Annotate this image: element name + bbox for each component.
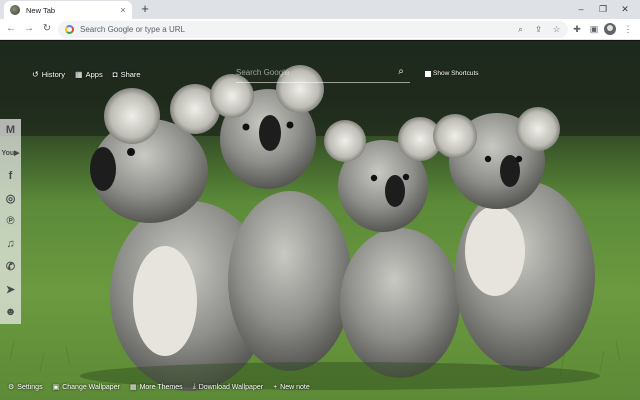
- search-icon[interactable]: ⌕: [394, 65, 408, 79]
- kebab-menu-icon[interactable]: ⋮: [621, 22, 635, 36]
- apps-link[interactable]: ▦ Apps: [75, 70, 103, 79]
- facebook-icon[interactable]: f: [0, 164, 21, 187]
- twitter-icon[interactable]: ♫: [0, 232, 21, 255]
- new-tab-page: ↺ History ▦ Apps ◘ Share ⌕ Show Shortcut…: [0, 41, 640, 400]
- history-icon: ↺: [32, 70, 39, 79]
- bottom-bar: ⚙ Settings ▣ Change Wallpaper ▦ More The…: [8, 383, 310, 391]
- apps-grid-icon: ▦: [75, 70, 83, 79]
- shortcuts-icon: [425, 70, 431, 77]
- social-sidebar: M You▶ f ◎ ℗ ♫ ✆ ➤ ☻: [0, 119, 21, 324]
- new-tab-button[interactable]: +: [138, 2, 152, 16]
- side-panel-icon[interactable]: ▣: [587, 22, 601, 36]
- forward-button[interactable]: →: [22, 22, 36, 36]
- show-shortcuts-label: Show Shortcuts: [433, 70, 479, 77]
- whatsapp-icon[interactable]: ✆: [0, 255, 21, 278]
- reddit-icon[interactable]: ☻: [0, 301, 21, 324]
- top-quick-links: ↺ History ▦ Apps ◘ Share: [32, 70, 141, 79]
- google-icon: [65, 25, 74, 34]
- profile-avatar-icon[interactable]: [604, 23, 616, 35]
- gear-icon: ⚙: [8, 384, 15, 391]
- settings-label: Settings: [17, 383, 43, 391]
- show-shortcuts-button[interactable]: Show Shortcuts: [425, 70, 479, 77]
- change-wallpaper-label: Change Wallpaper: [62, 383, 120, 391]
- download-wallpaper-label: Download Wallpaper: [198, 383, 264, 391]
- change-wallpaper-button[interactable]: ▣ Change Wallpaper: [52, 383, 120, 392]
- back-button[interactable]: ←: [4, 22, 18, 36]
- tab-strip: New Tab × + – ❐ ✕: [0, 0, 640, 19]
- new-note-label: New note: [280, 383, 310, 391]
- close-tab-icon[interactable]: ×: [118, 5, 128, 15]
- reload-button[interactable]: ↻: [40, 22, 54, 36]
- history-link[interactable]: ↺ History: [32, 70, 65, 79]
- zoom-icon[interactable]: ⌕: [514, 23, 527, 36]
- close-window-button[interactable]: ✕: [618, 2, 632, 16]
- plus-icon: +: [273, 383, 278, 391]
- new-note-button[interactable]: + New note: [273, 383, 310, 391]
- wallpaper-icon: ▣: [52, 384, 60, 391]
- koala-wallpaper: [0, 41, 640, 391]
- omnibox[interactable]: Search Google or type a URL ⌕ ⇪ ☆: [58, 21, 568, 38]
- minimize-button[interactable]: –: [574, 2, 588, 16]
- extensions-puzzle-icon[interactable]: ✚: [570, 22, 584, 36]
- bookmark-star-icon[interactable]: ☆: [550, 23, 563, 36]
- browser-toolbar: ← → ↻ Search Google or type a URL ⌕ ⇪ ☆ …: [0, 19, 640, 40]
- maximize-button[interactable]: ❐: [596, 2, 610, 16]
- share-page-icon[interactable]: ⇪: [532, 23, 545, 36]
- more-themes-button[interactable]: ▦ More Themes: [129, 383, 183, 392]
- more-themes-label: More Themes: [139, 383, 183, 391]
- pinterest-icon[interactable]: ℗: [0, 210, 21, 233]
- download-wallpaper-button[interactable]: ⤓ Download Wallpaper: [193, 383, 263, 391]
- apps-label: Apps: [85, 70, 103, 79]
- settings-button[interactable]: ⚙ Settings: [8, 383, 43, 392]
- youtube-icon[interactable]: You▶: [0, 142, 21, 165]
- download-icon: ⤓: [192, 383, 196, 390]
- history-label: History: [41, 70, 66, 79]
- search-input[interactable]: [236, 63, 386, 81]
- search-box: ⌕: [236, 63, 410, 83]
- koala-favicon-icon: [10, 5, 20, 15]
- omnibox-placeholder: Search Google or type a URL: [80, 25, 185, 34]
- tab-title: New Tab: [26, 5, 56, 15]
- tab-new-tab[interactable]: New Tab ×: [4, 1, 132, 19]
- gmail-icon[interactable]: M: [0, 119, 21, 142]
- grid-icon: ▦: [129, 384, 137, 391]
- share-label: Share: [120, 70, 141, 79]
- share-icon: ◘: [112, 70, 118, 79]
- instagram-icon[interactable]: ◎: [0, 187, 21, 210]
- share-link[interactable]: ◘ Share: [113, 70, 141, 79]
- telegram-icon[interactable]: ➤: [0, 278, 21, 301]
